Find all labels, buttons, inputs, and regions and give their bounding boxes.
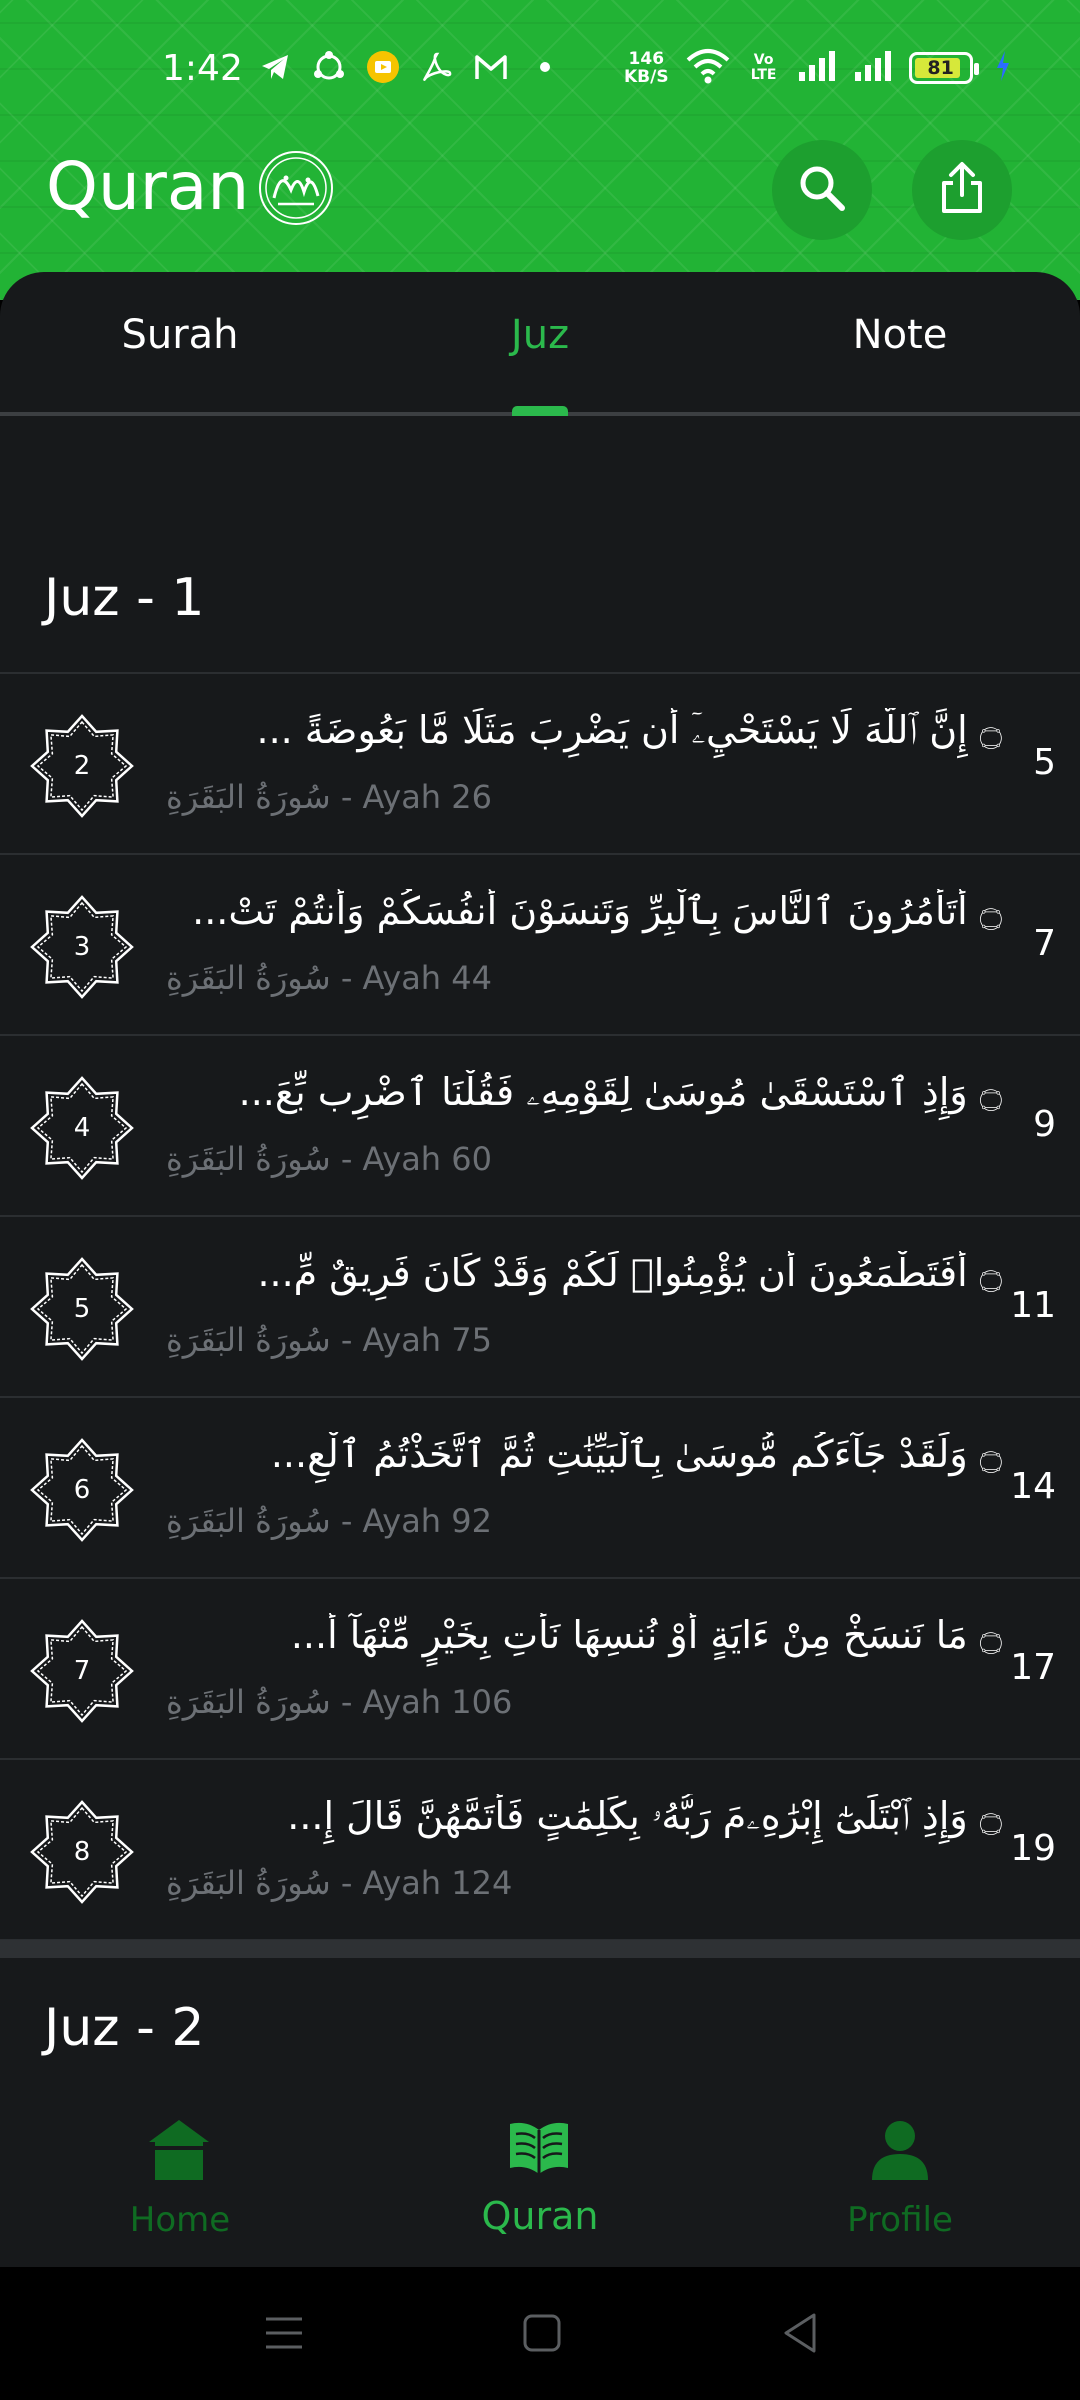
ayah-reference: سُورَةُ البَقَرَةِ - Ayah 106 (166, 1683, 513, 1721)
tab-juz[interactable]: Juz (390, 312, 690, 358)
share-button[interactable] (912, 140, 1012, 240)
home-icon (146, 2118, 210, 2182)
app-title: Quran (46, 148, 250, 225)
ayah-arabic-text: وَإِذِ ٱسْتَسْقَىٰ مُوسَىٰ لِقَوْمِهِۦ ف… (238, 1070, 968, 1114)
nav-quran[interactable]: Quran (360, 2090, 720, 2267)
ayah-row[interactable]: 2 ۝إِنَّ ٱللَّهَ لَا يَسْتَحْيِۦٓ أَن يَض… (0, 674, 1080, 855)
app-header: 1:42 146 KB/S Vo LTE 81 Quran (0, 0, 1080, 300)
section-title-juz-2[interactable]: Juz - 2 (44, 1998, 205, 2058)
ayah-row[interactable]: 3 ۝أَتَأْمُرُونَ ٱلنَّاسَ بِٱلْبِرِّ وَتَ… (0, 855, 1080, 1036)
ayah-row[interactable]: 8 ۝وَإِذِ ٱبْتَلَىٰٓ إِبْرَٰهِۦمَ رَبُّهُ… (0, 1760, 1080, 1941)
tab-surah[interactable]: Surah (30, 312, 330, 358)
sync-icon (312, 50, 346, 84)
nav-home[interactable]: Home (0, 2090, 360, 2267)
row-number: 4 (73, 1113, 91, 1143)
charging-icon (995, 50, 1011, 86)
ayah-marker-icon: ۝ (979, 1251, 1002, 1295)
yellow-app-icon (366, 50, 400, 84)
recents-button[interactable] (258, 2307, 310, 2359)
ayah-text: ۝وَإِذِ ٱسْتَسْقَىٰ مُوسَىٰ لِقَوْمِهِۦ … (166, 1070, 1002, 1130)
ayah-text: ۝وَلَقَدْ جَآءَكُم مُّوسَىٰ بِٱلْبَيِّنَ… (166, 1432, 1002, 1492)
page-number: 9 (1033, 1104, 1056, 1145)
system-navigation-bar (0, 2267, 1080, 2400)
row-number: 8 (73, 1837, 91, 1867)
ayah-row[interactable]: 4 ۝وَإِذِ ٱسْتَسْقَىٰ مُوسَىٰ لِقَوْمِهِۦ… (0, 1036, 1080, 1217)
status-time: 1:42 (162, 48, 243, 89)
nav-home-label: Home (129, 2200, 231, 2240)
signal-icon (853, 50, 893, 86)
ayah-text: ۝مَا نَنسَخْ مِنْ ءَايَةٍ أَوْ نُنسِهَا … (166, 1613, 1002, 1673)
gmail-icon (474, 50, 508, 84)
nav-profile[interactable]: Profile (720, 2090, 1080, 2267)
ayah-marker-icon: ۝ (979, 1794, 1002, 1838)
tab-bar: Surah Juz Note (0, 272, 1080, 416)
ayah-arabic-text: إِنَّ ٱللَّهَ لَا يَسْتَحْيِۦٓ أَن يَضْر… (256, 708, 968, 752)
row-number: 2 (73, 751, 91, 781)
ayah-row[interactable]: 5 ۝أَفَتَطْمَعُونَ أَن يُؤْمِنُوا۟ لَكُمْ… (0, 1217, 1080, 1398)
ayah-marker-icon: ۝ (979, 708, 1002, 752)
volte-label: Vo LTE (750, 52, 777, 83)
acrobat-icon (420, 50, 454, 84)
row-number: 5 (73, 1294, 91, 1324)
section-title-juz-1: Juz - 1 (44, 568, 205, 628)
tab-note[interactable]: Note (750, 312, 1050, 358)
telegram-icon (258, 50, 292, 84)
ayah-reference: سُورَةُ البَقَرَةِ - Ayah 75 (166, 1321, 492, 1359)
dot-icon (528, 50, 562, 84)
page-number: 19 (1010, 1828, 1056, 1869)
ayah-reference: سُورَةُ البَقَرَةِ - Ayah 92 (166, 1502, 492, 1540)
notification-icons (258, 50, 562, 84)
back-button[interactable] (776, 2307, 828, 2359)
ayah-reference: سُورَةُ البَقَرَةِ - Ayah 26 (166, 778, 492, 816)
ayah-marker-icon: ۝ (979, 1432, 1002, 1476)
row-number: 3 (73, 932, 91, 962)
page-number: 5 (1033, 742, 1056, 783)
ayah-text: ۝إِنَّ ٱللَّهَ لَا يَسْتَحْيِۦٓ أَن يَضْ… (166, 708, 1002, 768)
share-icon (937, 161, 987, 219)
section-divider (0, 1940, 1080, 1958)
battery-level: 81 (927, 57, 954, 79)
wifi-icon (685, 48, 731, 88)
ayah-arabic-text: أَفَتَطْمَعُونَ أَن يُؤْمِنُوا۟ لَكُمْ و… (257, 1251, 968, 1295)
battery-icon: 81 (908, 52, 979, 84)
ayah-arabic-text: أَتَأْمُرُونَ ٱلنَّاسَ بِٱلْبِرِّ وَتَنس… (192, 889, 968, 933)
row-number: 6 (73, 1475, 91, 1505)
ayah-arabic-text: مَا نَنسَخْ مِنْ ءَايَةٍ أَوْ نُنسِهَا ن… (290, 1613, 968, 1657)
ayah-text: ۝أَفَتَطْمَعُونَ أَن يُؤْمِنُوا۟ لَكُمْ … (166, 1251, 1002, 1311)
ayah-row[interactable]: 6 ۝وَلَقَدْ جَآءَكُم مُّوسَىٰ بِٱلْبَيِّن… (0, 1398, 1080, 1579)
search-button[interactable] (772, 140, 872, 240)
bottom-navigation: Home Quran Profile (0, 2090, 1080, 2267)
ayah-text: ۝وَإِذِ ٱبْتَلَىٰٓ إِبْرَٰهِۦمَ رَبُّهُۥ… (166, 1794, 1002, 1854)
ayah-arabic-text: وَلَقَدْ جَآءَكُم مُّوسَىٰ بِٱلْبَيِّنَٰ… (270, 1432, 968, 1476)
nav-profile-label: Profile (847, 2200, 953, 2240)
ayah-reference: سُورَةُ البَقَرَةِ - Ayah 124 (166, 1864, 513, 1902)
home-system-button[interactable] (516, 2307, 568, 2359)
row-number: 7 (73, 1656, 91, 1686)
profile-icon (868, 2118, 932, 2182)
ayah-reference: سُورَةُ البَقَرَةِ - Ayah 44 (166, 959, 492, 997)
network-speed: 146 KB/S (624, 49, 669, 87)
page-number: 14 (1010, 1466, 1056, 1507)
tab-indicator (512, 406, 568, 416)
signal-icon (797, 50, 837, 86)
status-bar: 1:42 146 KB/S Vo LTE 81 (0, 0, 1080, 140)
ayah-row[interactable]: 7 ۝مَا نَنسَخْ مِنْ ءَايَةٍ أَوْ نُنسِهَا… (0, 1579, 1080, 1760)
content-sheet: Surah Juz Note Juz - 1 2 ۝إِنَّ ٱللَّهَ ل… (0, 272, 1080, 2267)
page-number: 7 (1033, 923, 1056, 964)
quran-logo-icon (256, 148, 336, 228)
ayah-marker-icon: ۝ (979, 889, 1002, 933)
page-number: 17 (1010, 1647, 1056, 1688)
page-number: 11 (1010, 1285, 1056, 1326)
search-icon (795, 161, 849, 219)
ayah-marker-icon: ۝ (979, 1070, 1002, 1114)
ayah-text: ۝أَتَأْمُرُونَ ٱلنَّاسَ بِٱلْبِرِّ وَتَن… (166, 889, 1002, 949)
ayah-reference: سُورَةُ البَقَرَةِ - Ayah 60 (166, 1140, 492, 1178)
system-icons: 146 KB/S Vo LTE 81 (624, 48, 1011, 88)
open-book-icon (506, 2116, 570, 2180)
nav-quran-label: Quran (481, 2194, 599, 2238)
ayah-arabic-text: وَإِذِ ٱبْتَلَىٰٓ إِبْرَٰهِۦمَ رَبُّهُۥ … (287, 1794, 968, 1838)
ayah-marker-icon: ۝ (979, 1613, 1002, 1657)
